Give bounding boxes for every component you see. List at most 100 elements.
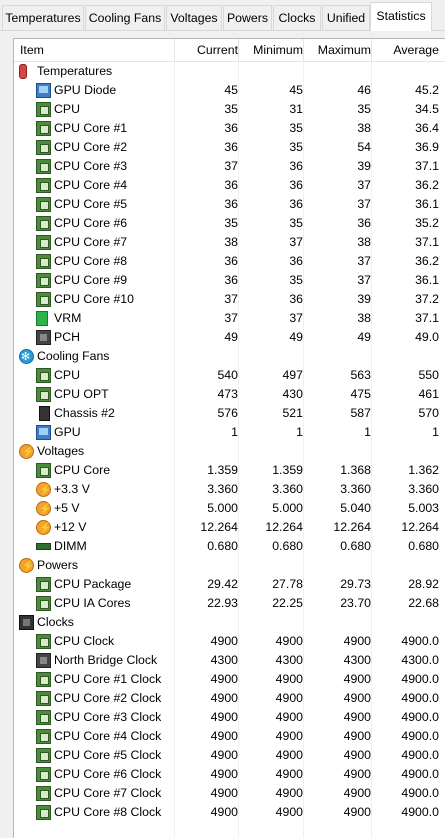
table-row[interactable]: GPU Diode 45 45 46 45.2 (14, 81, 445, 100)
column-header-maximum[interactable]: Maximum (303, 39, 371, 61)
maximum-value: 4900 (343, 634, 371, 648)
table-row[interactable]: PCH 49 49 49 49.0 (14, 328, 445, 347)
chip-icon (36, 596, 51, 611)
current-value: 0.680 (207, 539, 238, 553)
table-row[interactable]: CPU Core #7 Clock 4900 4900 4900 4900.0 (14, 784, 445, 803)
column-header-average[interactable]: Average (371, 39, 439, 61)
tab-powers[interactable]: Powers (223, 5, 272, 30)
current-value: 35 (224, 216, 238, 230)
average-value: 1.362 (408, 463, 439, 477)
group-row[interactable]: Voltages (14, 442, 445, 462)
table-row[interactable]: +3.3 V 3.360 3.360 3.360 3.360 (14, 480, 445, 500)
table-row[interactable]: Chassis #2 576 521 587 570 (14, 404, 445, 423)
group-row[interactable]: Cooling Fans (14, 347, 445, 367)
average-value: 36.2 (415, 254, 439, 268)
table-row[interactable]: CPU Core #4 36 36 37 36.2 (14, 176, 445, 195)
table-row[interactable]: CPU Core #6 35 35 36 35.2 (14, 214, 445, 233)
table-row[interactable]: CPU Clock 4900 4900 4900 4900.0 (14, 632, 445, 651)
table-row[interactable]: CPU Core #2 Clock 4900 4900 4900 4900.0 (14, 689, 445, 708)
minimum-value: 37 (289, 235, 303, 249)
tab-statistics[interactable]: Statistics (370, 2, 432, 31)
table-row[interactable]: +5 V 5.000 5.000 5.040 5.003 (14, 499, 445, 519)
maximum-value: 38 (357, 235, 371, 249)
average-value: 49.0 (415, 330, 439, 344)
sensor-label: CPU Core #6 (54, 216, 128, 230)
sensor-label: CPU IA Cores (54, 596, 131, 610)
table-row[interactable]: CPU Core #3 37 36 39 37.1 (14, 157, 445, 176)
table-row[interactable]: CPU Core #6 Clock 4900 4900 4900 4900.0 (14, 765, 445, 784)
minimum-value: 4900 (275, 672, 303, 686)
table-row[interactable]: CPU 540 497 563 550 (14, 366, 445, 385)
average-value: 4900.0 (401, 634, 439, 648)
minimum-value: 1 (296, 425, 303, 439)
current-value: 4900 (210, 672, 238, 686)
table-row[interactable]: CPU Core #5 Clock 4900 4900 4900 4900.0 (14, 746, 445, 765)
minimum-value: 521 (282, 406, 303, 420)
average-value: 0.680 (408, 539, 439, 553)
table-row[interactable]: CPU Core #8 36 36 37 36.2 (14, 252, 445, 271)
table-row[interactable]: CPU Core #5 36 36 37 36.1 (14, 195, 445, 214)
table-row[interactable]: CPU Core #1 36 35 38 36.4 (14, 119, 445, 138)
table-row[interactable]: CPU Core #8 Clock 4900 4900 4900 4900.0 (14, 803, 445, 822)
current-value: 49 (224, 330, 238, 344)
chip-icon (36, 786, 51, 801)
tab-clocks[interactable]: Clocks (273, 5, 321, 30)
minimum-value: 4900 (275, 748, 303, 762)
minimum-value: 49 (289, 330, 303, 344)
table-row[interactable]: North Bridge Clock 4300 4300 4300 4300.0 (14, 651, 445, 670)
table-row[interactable]: CPU OPT 473 430 475 461 (14, 385, 445, 404)
tab-unified[interactable]: Unified (322, 5, 370, 30)
current-value: 4900 (210, 729, 238, 743)
table-row[interactable]: CPU Core 1.359 1.359 1.368 1.362 (14, 461, 445, 480)
table-row[interactable]: CPU Core #7 38 37 38 37.1 (14, 233, 445, 252)
sensor-label: GPU (54, 425, 81, 439)
table-row[interactable]: GPU 1 1 1 1 (14, 423, 445, 442)
chip-icon (36, 292, 51, 307)
average-value: 36.2 (415, 178, 439, 192)
table-row[interactable]: DIMM 0.680 0.680 0.680 0.680 (14, 537, 445, 556)
table-row[interactable]: CPU Core #2 36 35 54 36.9 (14, 138, 445, 157)
average-value: 36.4 (415, 121, 439, 135)
sensor-label: CPU Core #4 Clock (54, 729, 162, 743)
current-value: 4900 (210, 786, 238, 800)
column-header-current[interactable]: Current (174, 39, 238, 61)
minimum-value: 4900 (275, 691, 303, 705)
tab-voltages[interactable]: Voltages (166, 5, 222, 30)
table-row[interactable]: CPU IA Cores 22.93 22.25 23.70 22.68 (14, 594, 445, 613)
tab-cooling-fans[interactable]: Cooling Fans (85, 5, 165, 30)
minimum-value: 4900 (275, 634, 303, 648)
current-value: 36 (224, 197, 238, 211)
column-header-item[interactable]: Item (20, 39, 44, 61)
group-row[interactable]: Powers (14, 556, 445, 576)
average-value: 36.1 (415, 197, 439, 211)
sensor-label: CPU Core #2 (54, 140, 128, 154)
group-row[interactable]: Temperatures (14, 62, 445, 81)
minimum-value: 36 (289, 197, 303, 211)
column-header-minimum[interactable]: Minimum (238, 39, 303, 61)
current-value: 5.000 (207, 501, 238, 515)
chip-icon (36, 235, 51, 250)
table-row[interactable]: CPU Core #10 37 36 39 37.2 (14, 290, 445, 309)
table-row[interactable]: CPU Core #1 Clock 4900 4900 4900 4900.0 (14, 670, 445, 689)
tab-temperatures[interactable]: Temperatures (2, 5, 84, 30)
group-row[interactable]: Clocks (14, 613, 445, 632)
current-value: 1.359 (207, 463, 238, 477)
table-row[interactable]: CPU Core #4 Clock 4900 4900 4900 4900.0 (14, 727, 445, 746)
average-value: 35.2 (415, 216, 439, 230)
table-row[interactable]: CPU Core #3 Clock 4900 4900 4900 4900.0 (14, 708, 445, 727)
statistics-table[interactable]: Item Current Minimum Maximum Average Tem… (13, 38, 445, 838)
chip-icon (36, 805, 51, 820)
maximum-value: 38 (357, 311, 371, 325)
chip-icon (36, 197, 51, 212)
table-row[interactable]: VRM 37 37 38 37.1 (14, 309, 445, 328)
table-row[interactable]: CPU Package 29.42 27.78 29.73 28.92 (14, 575, 445, 594)
table-row[interactable]: CPU 35 31 35 34.5 (14, 100, 445, 119)
sensor-label: CPU Core #5 Clock (54, 748, 162, 762)
table-row[interactable]: +12 V 12.264 12.264 12.264 12.264 (14, 518, 445, 538)
maximum-value: 475 (350, 387, 371, 401)
chip-icon (36, 273, 51, 288)
maximum-value: 4900 (343, 691, 371, 705)
chip-icon (36, 767, 51, 782)
table-row[interactable]: CPU Core #9 36 35 37 36.1 (14, 271, 445, 290)
table-header: Item Current Minimum Maximum Average (14, 39, 445, 62)
